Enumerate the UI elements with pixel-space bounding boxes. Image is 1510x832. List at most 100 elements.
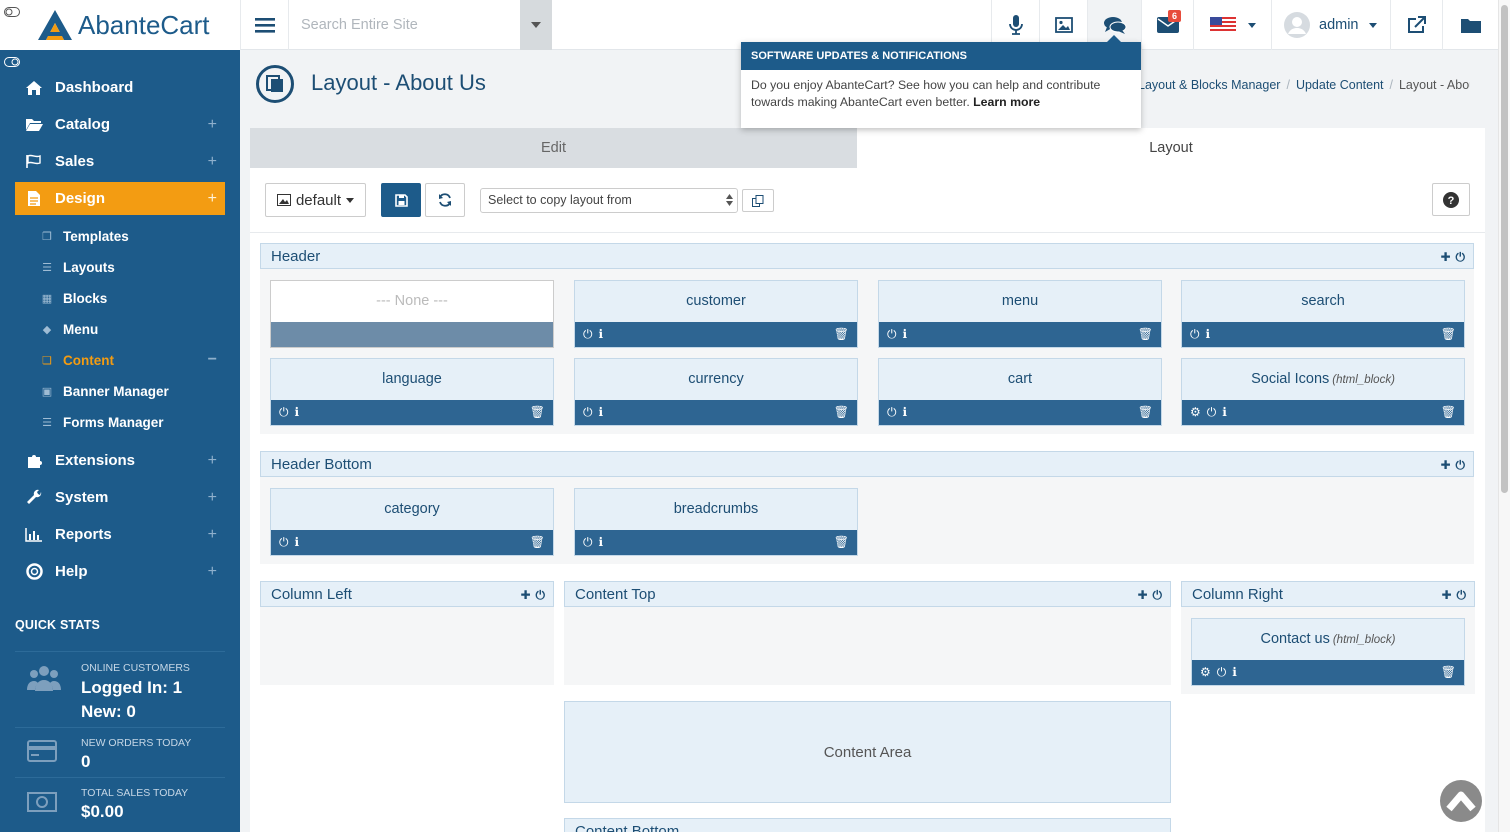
- block-contact-us[interactable]: Contact us (html_block) ⚙ ⏻ ℹ 🗑: [1191, 618, 1465, 686]
- toggle-icon[interactable]: [4, 7, 20, 17]
- tab-edit[interactable]: Edit: [250, 128, 857, 168]
- expand-icon[interactable]: +: [208, 116, 217, 134]
- add-block-icon[interactable]: ✚: [1441, 588, 1451, 603]
- sidebar-subitem-blocks[interactable]: ▦ Blocks: [40, 285, 225, 311]
- power-icon[interactable]: ⏻: [1153, 588, 1163, 603]
- sidebar-item-catalog[interactable]: Catalog +: [15, 108, 225, 141]
- brand-name[interactable]: AbanteCart: [78, 10, 210, 41]
- search-input[interactable]: Search Entire Site: [288, 0, 520, 50]
- trash-icon[interactable]: 🗑: [530, 406, 545, 419]
- trash-icon[interactable]: 🗑: [834, 536, 849, 549]
- breadcrumb-item[interactable]: Layout & Blocks Manager: [1138, 78, 1280, 92]
- info-icon[interactable]: ℹ: [295, 406, 300, 419]
- trash-icon[interactable]: 🗑: [1441, 666, 1456, 679]
- sidebar-subitem-content[interactable]: ❏ Content −: [40, 347, 225, 373]
- sidebar-item-design[interactable]: Design +: [15, 182, 225, 215]
- power-icon[interactable]: ⏻: [1217, 666, 1227, 679]
- sidebar-subitem-menu[interactable]: ◆ Menu: [40, 316, 225, 342]
- copy-layout-button[interactable]: [742, 189, 774, 212]
- block-cart[interactable]: cart ⏻ ℹ 🗑: [878, 358, 1162, 426]
- block-language[interactable]: language ⏻ ℹ 🗑: [270, 358, 554, 426]
- power-icon[interactable]: ⏻: [1456, 250, 1466, 265]
- copy-layout-select[interactable]: Select to copy layout from: [480, 188, 738, 213]
- info-icon[interactable]: ℹ: [1222, 406, 1227, 419]
- sidebar-item-dashboard[interactable]: Dashboard: [15, 71, 225, 104]
- learn-more-link[interactable]: Learn more: [973, 95, 1040, 109]
- trash-icon[interactable]: 🗑: [1441, 328, 1456, 341]
- block-category[interactable]: category ⏻ ℹ 🗑: [270, 488, 554, 556]
- trash-icon[interactable]: 🗑: [834, 328, 849, 341]
- expand-icon[interactable]: +: [208, 489, 217, 507]
- block-menu[interactable]: menu ⏻ ℹ 🗑: [878, 280, 1162, 348]
- info-icon[interactable]: ℹ: [903, 328, 908, 341]
- open-storefront-button[interactable]: [1390, 0, 1442, 50]
- menu-toggle-button[interactable]: [240, 0, 288, 50]
- scroll-to-top-button[interactable]: [1440, 780, 1482, 822]
- messages-button[interactable]: 6: [1141, 0, 1193, 50]
- block-search[interactable]: search ⏻ ℹ 🗑: [1181, 280, 1465, 348]
- gear-icon[interactable]: ⚙: [1190, 406, 1201, 419]
- power-icon[interactable]: ⏻: [1456, 458, 1466, 473]
- template-dropdown[interactable]: default: [265, 183, 366, 217]
- sidebar-subitem-layouts[interactable]: ☰ Layouts: [40, 254, 225, 280]
- sidebar-item-reports[interactable]: Reports +: [15, 518, 225, 551]
- sidebar-subitem-forms-manager[interactable]: ☰ Forms Manager: [40, 409, 225, 435]
- expand-icon[interactable]: +: [208, 190, 217, 208]
- search-dropdown-button[interactable]: [520, 0, 552, 50]
- breadcrumb-item[interactable]: Update Content: [1296, 78, 1384, 92]
- power-icon[interactable]: ⏻: [279, 406, 289, 419]
- expand-icon[interactable]: +: [208, 153, 217, 171]
- reset-button[interactable]: [425, 183, 465, 217]
- sidebar-subitem-templates[interactable]: ❐ Templates: [40, 223, 225, 249]
- sidebar-item-help[interactable]: Help +: [15, 555, 225, 588]
- collapse-icon[interactable]: −: [208, 351, 217, 369]
- add-block-icon[interactable]: ✚: [1440, 458, 1450, 473]
- power-icon[interactable]: ⏻: [279, 536, 289, 549]
- page-scrollbar[interactable]: [1498, 0, 1510, 832]
- file-manager-button[interactable]: [1442, 0, 1498, 50]
- block-social-icons[interactable]: Social Icons (html_block) ⚙ ⏻ ℹ 🗑: [1181, 358, 1465, 426]
- power-icon[interactable]: ⏻: [887, 328, 897, 341]
- sidebar-collapse-icon[interactable]: [4, 57, 20, 67]
- sidebar-item-extensions[interactable]: Extensions +: [15, 444, 225, 477]
- power-icon[interactable]: ⏻: [887, 406, 897, 419]
- block-breadcrumbs[interactable]: breadcrumbs ⏻ ℹ 🗑: [574, 488, 858, 556]
- expand-icon[interactable]: +: [208, 452, 217, 470]
- gear-icon[interactable]: ⚙: [1200, 666, 1211, 679]
- abantecart-logo-icon[interactable]: [36, 8, 74, 42]
- info-icon[interactable]: ℹ: [599, 328, 604, 341]
- info-icon[interactable]: ℹ: [1232, 666, 1237, 679]
- help-button[interactable]: ?: [1432, 183, 1470, 216]
- power-icon[interactable]: ⏻: [536, 588, 546, 603]
- info-icon[interactable]: ℹ: [599, 536, 604, 549]
- trash-icon[interactable]: 🗑: [1138, 328, 1153, 341]
- power-icon[interactable]: ⏻: [583, 328, 593, 341]
- block-placeholder[interactable]: --- None ---: [270, 280, 554, 348]
- save-button[interactable]: [381, 183, 421, 217]
- scrollbar-thumb[interactable]: [1501, 5, 1508, 493]
- info-icon[interactable]: ℹ: [599, 406, 604, 419]
- expand-icon[interactable]: +: [208, 526, 217, 544]
- add-block-icon[interactable]: ✚: [1137, 588, 1147, 603]
- sidebar-item-sales[interactable]: Sales +: [15, 145, 225, 178]
- block-currency[interactable]: currency ⏻ ℹ 🗑: [574, 358, 858, 426]
- info-icon[interactable]: ℹ: [903, 406, 908, 419]
- block-customer[interactable]: customer ⏻ ℹ 🗑: [574, 280, 858, 348]
- expand-icon[interactable]: +: [208, 563, 217, 581]
- trash-icon[interactable]: 🗑: [530, 536, 545, 549]
- sidebar-subitem-banner-manager[interactable]: ▣ Banner Manager: [40, 378, 225, 404]
- language-selector[interactable]: [1193, 0, 1271, 50]
- trash-icon[interactable]: 🗑: [1138, 406, 1153, 419]
- sidebar-item-system[interactable]: System +: [15, 481, 225, 514]
- power-icon[interactable]: ⏻: [583, 536, 593, 549]
- tab-layout[interactable]: Layout: [857, 128, 1485, 168]
- power-icon[interactable]: ⏻: [1207, 406, 1217, 419]
- power-icon[interactable]: ⏻: [1190, 328, 1200, 341]
- add-block-icon[interactable]: ✚: [1440, 250, 1450, 265]
- trash-icon[interactable]: 🗑: [1441, 406, 1456, 419]
- trash-icon[interactable]: 🗑: [834, 406, 849, 419]
- info-icon[interactable]: ℹ: [295, 536, 300, 549]
- power-icon[interactable]: ⏻: [583, 406, 593, 419]
- add-block-icon[interactable]: ✚: [520, 588, 530, 603]
- power-icon[interactable]: ⏻: [1457, 588, 1467, 603]
